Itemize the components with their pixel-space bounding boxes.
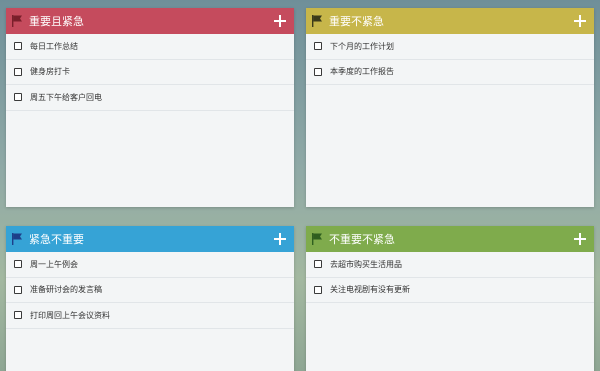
- quadrant-header: 紧急不重要: [6, 226, 294, 252]
- quadrant-title: 重要且紧急: [29, 15, 84, 28]
- quadrant-header: 重要不紧急: [306, 8, 594, 34]
- quadrant-title: 重要不紧急: [329, 15, 384, 28]
- quadrant-header: 重要且紧急: [6, 8, 294, 34]
- task-item[interactable]: 准备研讨会的发言稿: [6, 278, 294, 303]
- task-item[interactable]: 下个月的工作计划: [306, 34, 594, 60]
- task-checkbox[interactable]: [14, 42, 22, 51]
- quadrant-urgent-important: 重要且紧急 每日工作总结 健身房打卡 周五下午给客户回电: [6, 8, 294, 207]
- task-item[interactable]: 关注电视剧有没有更新: [306, 278, 594, 303]
- add-task-icon[interactable]: [274, 15, 286, 27]
- flag-icon: [312, 233, 322, 245]
- task-text: 去超市购买生活用品: [330, 259, 402, 269]
- task-text: 关注电视剧有没有更新: [330, 285, 410, 295]
- quadrant-important-not-urgent: 重要不紧急 下个月的工作计划 本季度的工作报告: [306, 8, 594, 207]
- task-list: 下个月的工作计划 本季度的工作报告: [306, 34, 594, 85]
- task-checkbox[interactable]: [314, 67, 322, 76]
- add-task-icon[interactable]: [274, 233, 286, 245]
- task-text: 打印周回上午会议资料: [30, 310, 110, 320]
- task-checkbox[interactable]: [14, 260, 22, 269]
- task-text: 准备研讨会的发言稿: [30, 285, 102, 295]
- task-checkbox[interactable]: [14, 67, 22, 76]
- task-item[interactable]: 周一上午例会: [6, 252, 294, 278]
- quadrant-not-urgent-not-important: 不重要不紧急 去超市购买生活用品 关注电视剧有没有更新: [306, 226, 594, 371]
- add-task-icon[interactable]: [574, 15, 586, 27]
- task-text: 周一上午例会: [30, 259, 78, 269]
- task-item[interactable]: 打印周回上午会议资料: [6, 303, 294, 329]
- task-text: 下个月的工作计划: [330, 41, 394, 51]
- task-list: 每日工作总结 健身房打卡 周五下午给客户回电: [6, 34, 294, 111]
- task-item[interactable]: 周五下午给客户回电: [6, 85, 294, 111]
- flag-icon: [12, 15, 22, 27]
- task-item[interactable]: 健身房打卡: [6, 60, 294, 85]
- task-checkbox[interactable]: [314, 285, 322, 294]
- task-text: 健身房打卡: [30, 67, 70, 77]
- task-checkbox[interactable]: [14, 93, 22, 102]
- quadrant-urgent-not-important: 紧急不重要 周一上午例会 准备研讨会的发言稿 打印周回上午会议资料: [6, 226, 294, 371]
- task-checkbox[interactable]: [314, 260, 322, 269]
- quadrant-title: 紧急不重要: [29, 233, 84, 246]
- flag-icon: [312, 15, 322, 27]
- add-task-icon[interactable]: [574, 233, 586, 245]
- task-checkbox[interactable]: [14, 285, 22, 294]
- task-list: 去超市购买生活用品 关注电视剧有没有更新: [306, 252, 594, 303]
- flag-icon: [12, 233, 22, 245]
- task-text: 本季度的工作报告: [330, 67, 394, 77]
- task-checkbox[interactable]: [14, 311, 22, 320]
- task-text: 周五下午给客户回电: [30, 92, 102, 102]
- task-list: 周一上午例会 准备研讨会的发言稿 打印周回上午会议资料: [6, 252, 294, 329]
- task-item[interactable]: 去超市购买生活用品: [306, 252, 594, 278]
- task-item[interactable]: 本季度的工作报告: [306, 60, 594, 85]
- task-text: 每日工作总结: [30, 41, 78, 51]
- task-item[interactable]: 每日工作总结: [6, 34, 294, 60]
- quadrant-title: 不重要不紧急: [329, 233, 395, 246]
- task-checkbox[interactable]: [314, 42, 322, 51]
- quadrant-header: 不重要不紧急: [306, 226, 594, 252]
